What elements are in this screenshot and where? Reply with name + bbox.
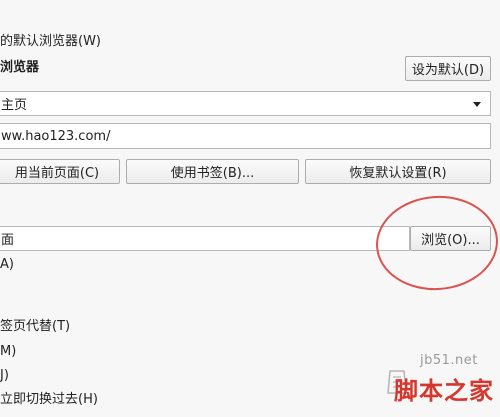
highlight-circle	[372, 191, 500, 295]
current-browser-label: 浏览器	[0, 60, 40, 75]
watermark: jb51.net 脚本之家	[386, 353, 496, 413]
tab-option-j[interactable]: J)	[0, 367, 9, 385]
restore-default-button[interactable]: 恢复默认设置(R)	[305, 159, 491, 184]
set-default-button[interactable]: 设为默认(D)	[405, 56, 491, 81]
chevron-down-icon	[473, 102, 481, 107]
homepage-select-value: 主页	[1, 98, 28, 113]
tab-option-m[interactable]: M)	[0, 343, 16, 361]
homepage-url-input[interactable]: ww.hao123.com/	[0, 123, 491, 149]
homepage-select[interactable]: 主页	[0, 91, 491, 116]
use-current-page-button[interactable]: 用当前页面(C)	[0, 159, 120, 184]
homepage-url-value: ww.hao123.com/	[1, 128, 111, 144]
download-folder-input[interactable]: 面	[0, 226, 410, 251]
watermark-url: jb51.net	[420, 353, 478, 368]
download-option-a[interactable]: A)	[0, 256, 14, 274]
download-folder-value: 面	[1, 233, 15, 248]
tab-option-h[interactable]: 立即切换过去(H)	[0, 391, 98, 409]
default-browser-heading: 的默认浏览器(W)	[0, 34, 101, 49]
use-bookmark-button[interactable]: 使用书签(B)...	[126, 159, 299, 184]
watermark-brand: 脚本之家	[394, 376, 494, 405]
tab-option-t[interactable]: 签页代替(T)	[0, 318, 70, 336]
